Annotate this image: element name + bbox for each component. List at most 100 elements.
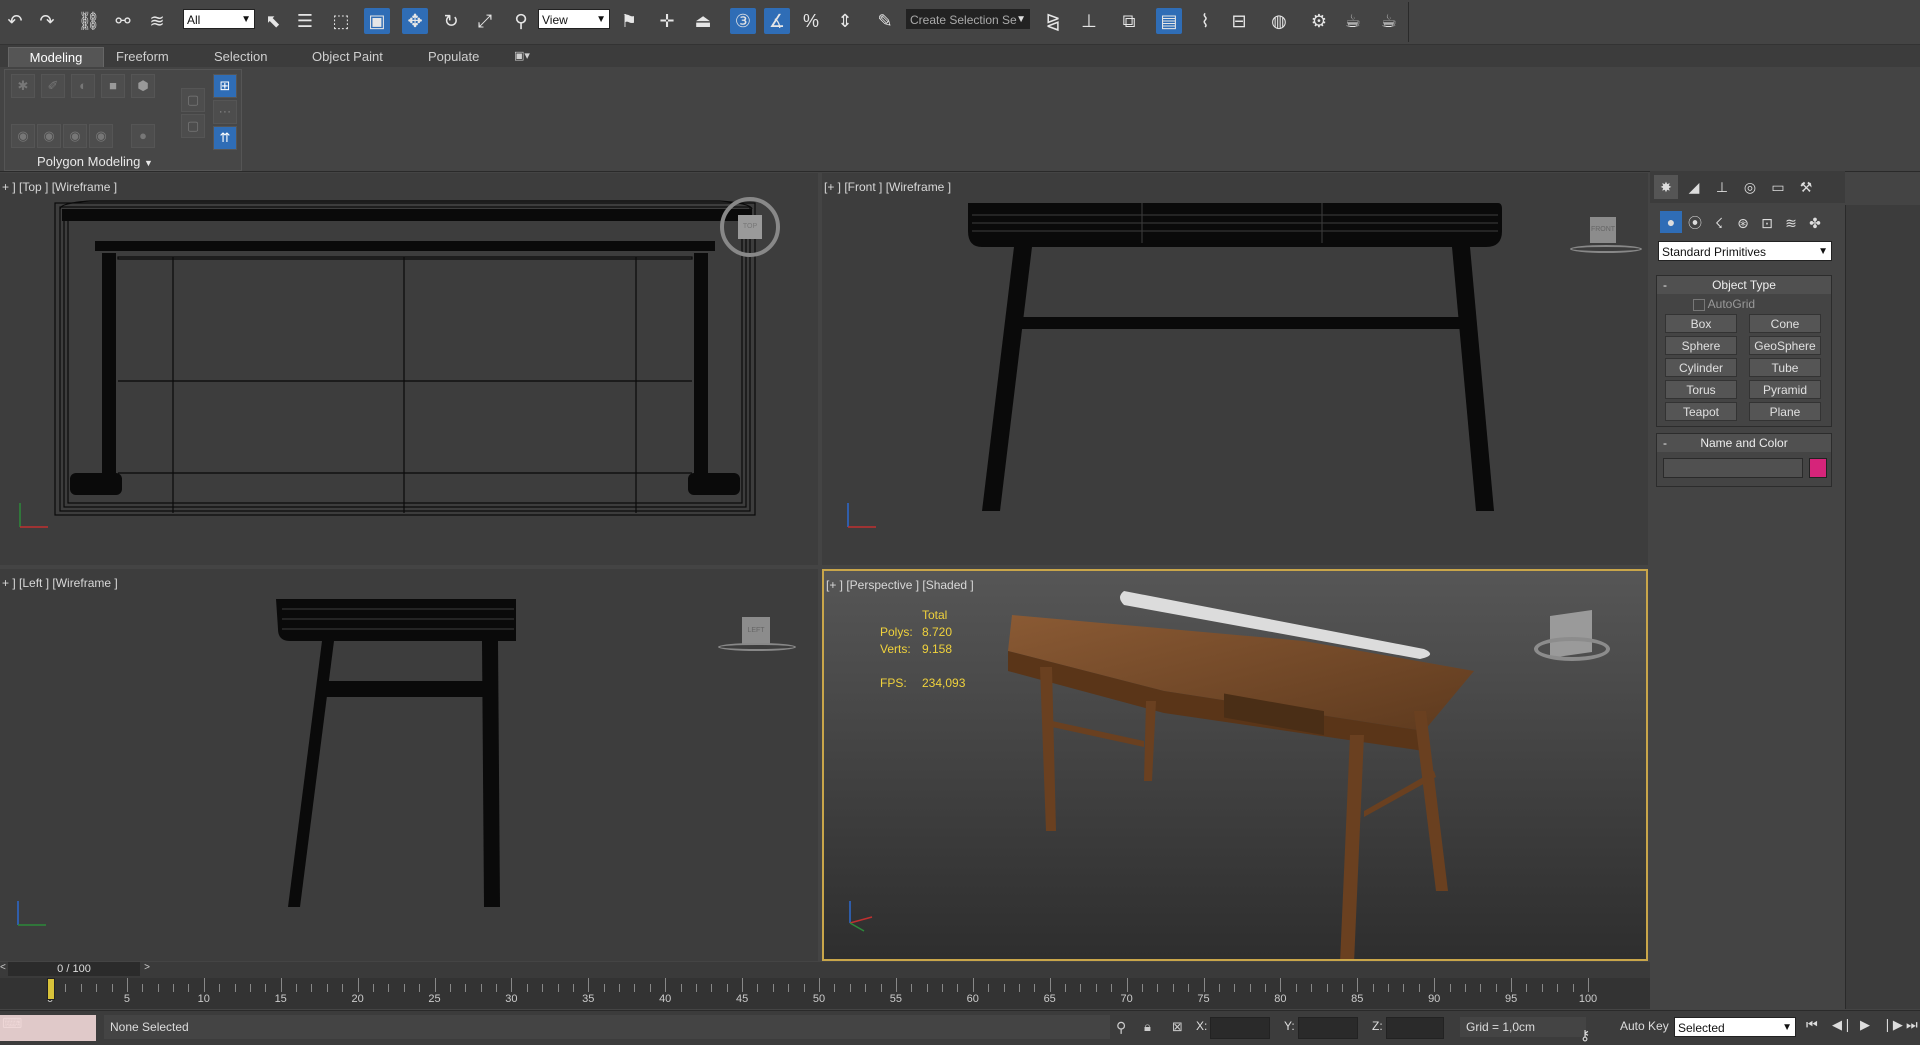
- plane-button[interactable]: Plane: [1749, 402, 1821, 421]
- current-frame-marker[interactable]: [47, 978, 55, 1000]
- angle-snap-icon[interactable]: ∡: [764, 8, 790, 34]
- rollout-header[interactable]: - Object Type: [1657, 276, 1831, 294]
- pivot-center-icon[interactable]: ⚑: [616, 8, 642, 34]
- geosphere-button[interactable]: GeoSphere: [1749, 336, 1821, 355]
- viewport-front[interactable]: [+ ] [Front ] [Wireframe ] FRONT: [822, 173, 1648, 565]
- helpers-icon[interactable]: ⊡: [1756, 211, 1778, 235]
- select-and-place-icon[interactable]: ⚲: [508, 8, 534, 34]
- ignore-backfacing-icon[interactable]: ⇈: [213, 126, 237, 150]
- cylinder-button[interactable]: Cylinder: [1665, 358, 1737, 377]
- tab-object-paint[interactable]: Object Paint: [306, 47, 389, 66]
- align-icon[interactable]: ⊥: [1076, 8, 1102, 34]
- render-production-icon[interactable]: ☕: [1376, 8, 1402, 34]
- lights-icon[interactable]: ☇: [1708, 211, 1730, 235]
- torus-button[interactable]: Torus: [1665, 380, 1737, 399]
- z-coordinate-input[interactable]: [1386, 1017, 1444, 1039]
- vertex-icon[interactable]: ◉: [11, 124, 35, 148]
- tab-modeling[interactable]: Modeling: [8, 47, 104, 67]
- spinner-snap-icon[interactable]: ⇕: [832, 8, 858, 34]
- material-editor-icon[interactable]: ◍: [1266, 8, 1292, 34]
- space-warps-icon[interactable]: ≋: [1780, 211, 1802, 235]
- cone-button[interactable]: Cone: [1749, 314, 1821, 333]
- undo-icon[interactable]: ↶: [2, 8, 28, 34]
- snaps-toggle-icon[interactable]: ③: [730, 8, 756, 34]
- edit-named-selection-icon[interactable]: ✎: [872, 8, 898, 34]
- preview-selection-icon[interactable]: ⊞: [213, 74, 237, 98]
- curve-editor-icon[interactable]: ⌇: [1192, 8, 1218, 34]
- select-and-link-icon[interactable]: ⛓: [76, 8, 102, 34]
- unlink-selection-icon[interactable]: ⚯: [110, 8, 136, 34]
- tube-button[interactable]: Tube: [1749, 358, 1821, 377]
- ribbon-options-icon[interactable]: ▣▾: [508, 47, 536, 66]
- redo-icon[interactable]: ↷: [34, 8, 60, 34]
- next-frame-icon[interactable]: ❘▶: [1882, 1017, 1903, 1033]
- collapse-stack-icon[interactable]: ▢: [181, 88, 205, 112]
- display-tab-icon[interactable]: ▭: [1766, 175, 1790, 199]
- manipulate-icon[interactable]: ✛: [654, 8, 680, 34]
- play-icon[interactable]: ▶: [1860, 1017, 1870, 1033]
- viewcube[interactable]: FRONT: [1590, 217, 1616, 243]
- motion-tab-icon[interactable]: ◎: [1738, 175, 1762, 199]
- go-to-start-icon[interactable]: ⏮: [1806, 1017, 1818, 1033]
- tab-freeform[interactable]: Freeform: [110, 47, 175, 66]
- lock-selection-icon[interactable]: 🔒︎: [1144, 1019, 1151, 1035]
- viewcube-ring[interactable]: [1570, 245, 1642, 253]
- window-crossing-icon[interactable]: ▣: [364, 8, 390, 34]
- sphere-button[interactable]: Sphere: [1665, 336, 1737, 355]
- utilities-tab-icon[interactable]: ⚒: [1794, 175, 1818, 199]
- time-slider[interactable]: 0 / 100: [8, 962, 140, 976]
- viewcube[interactable]: TOP: [738, 215, 762, 239]
- viewport-left[interactable]: + ] [Left ] [Wireframe ] LEFT: [0, 569, 818, 961]
- geometry-icon[interactable]: ●: [1660, 211, 1682, 233]
- key-filter-dropdown[interactable]: Selected ▼: [1674, 1017, 1796, 1037]
- polygon-modeling-dropdown[interactable]: Polygon Modeling ▼: [5, 154, 185, 169]
- autogrid-checkbox[interactable]: AutoGrid: [1693, 297, 1755, 311]
- polygon-icon[interactable]: ⬢: [131, 74, 155, 98]
- set-key-icon[interactable]: ⚷: [1580, 1027, 1590, 1044]
- use-soft-selection-icon[interactable]: ⋯: [213, 100, 237, 124]
- x-coordinate-input[interactable]: [1210, 1017, 1270, 1039]
- time-slider-prev[interactable]: <: [0, 962, 8, 976]
- modify-tab-icon[interactable]: ◢: [1682, 175, 1706, 199]
- viewcube-ring[interactable]: [1534, 637, 1610, 661]
- percent-snap-icon[interactable]: %: [798, 8, 824, 34]
- object-color-swatch[interactable]: [1809, 458, 1827, 478]
- edit-poly-icon[interactable]: ✐: [41, 74, 65, 98]
- box-button[interactable]: Box: [1665, 314, 1737, 333]
- toggle-command-icon[interactable]: ▢: [181, 114, 205, 138]
- hierarchy-tab-icon[interactable]: ⊥: [1710, 175, 1734, 199]
- select-and-rotate-icon[interactable]: ↻: [438, 8, 464, 34]
- bind-to-space-warp-icon[interactable]: ≋: [144, 8, 170, 34]
- named-selection-sets-dropdown[interactable]: Create Selection Se ▼: [906, 9, 1030, 29]
- time-slider-next[interactable]: >: [140, 962, 154, 976]
- geometry-category-dropdown[interactable]: Standard Primitives ▼: [1658, 241, 1832, 261]
- select-by-name-icon[interactable]: ☰: [292, 8, 318, 34]
- teapot-button[interactable]: Teapot: [1665, 402, 1737, 421]
- auto-key-button[interactable]: Auto Key: [1620, 1019, 1669, 1033]
- schematic-view-icon[interactable]: ⊟: [1226, 8, 1252, 34]
- viewcube-ring[interactable]: [718, 643, 796, 651]
- tab-populate[interactable]: Populate: [422, 47, 485, 66]
- pyramid-button[interactable]: Pyramid: [1749, 380, 1821, 399]
- select-object-icon[interactable]: ⬉: [260, 8, 286, 34]
- cameras-icon[interactable]: ⊛: [1732, 211, 1754, 235]
- stack-icon[interactable]: ●: [131, 124, 155, 148]
- select-and-scale-icon[interactable]: ⤢: [472, 8, 498, 34]
- element-icon[interactable]: ■: [101, 74, 125, 98]
- shapes-icon[interactable]: ⦿: [1684, 211, 1706, 235]
- keyboard-shortcut-override-icon[interactable]: ⏏: [690, 8, 716, 34]
- previous-frame-icon[interactable]: ◀❘: [1832, 1017, 1853, 1033]
- element-select-icon[interactable]: ◉: [89, 124, 113, 148]
- rendered-frame-window-icon[interactable]: ☕: [1340, 8, 1366, 34]
- rollout-header[interactable]: - Name and Color: [1657, 434, 1831, 452]
- command-panel-scroll-area[interactable]: [1845, 205, 1920, 1009]
- viewport-perspective[interactable]: [+ ] [Perspective ] [Shaded ] Total Poly…: [822, 569, 1648, 961]
- border-icon[interactable]: ◉: [63, 124, 87, 148]
- mirror-icon[interactable]: ⧎: [1040, 8, 1066, 34]
- modify-mode-icon[interactable]: ✱: [11, 74, 35, 98]
- tab-selection[interactable]: Selection: [208, 47, 273, 66]
- viewport-top[interactable]: + ] [Top ] [Wireframe ] TOP: [0, 173, 818, 565]
- maxscript-mini-listener[interactable]: [0, 1015, 96, 1041]
- edge-icon[interactable]: ◉: [37, 124, 61, 148]
- absolute-mode-icon[interactable]: ⊠: [1172, 1019, 1183, 1035]
